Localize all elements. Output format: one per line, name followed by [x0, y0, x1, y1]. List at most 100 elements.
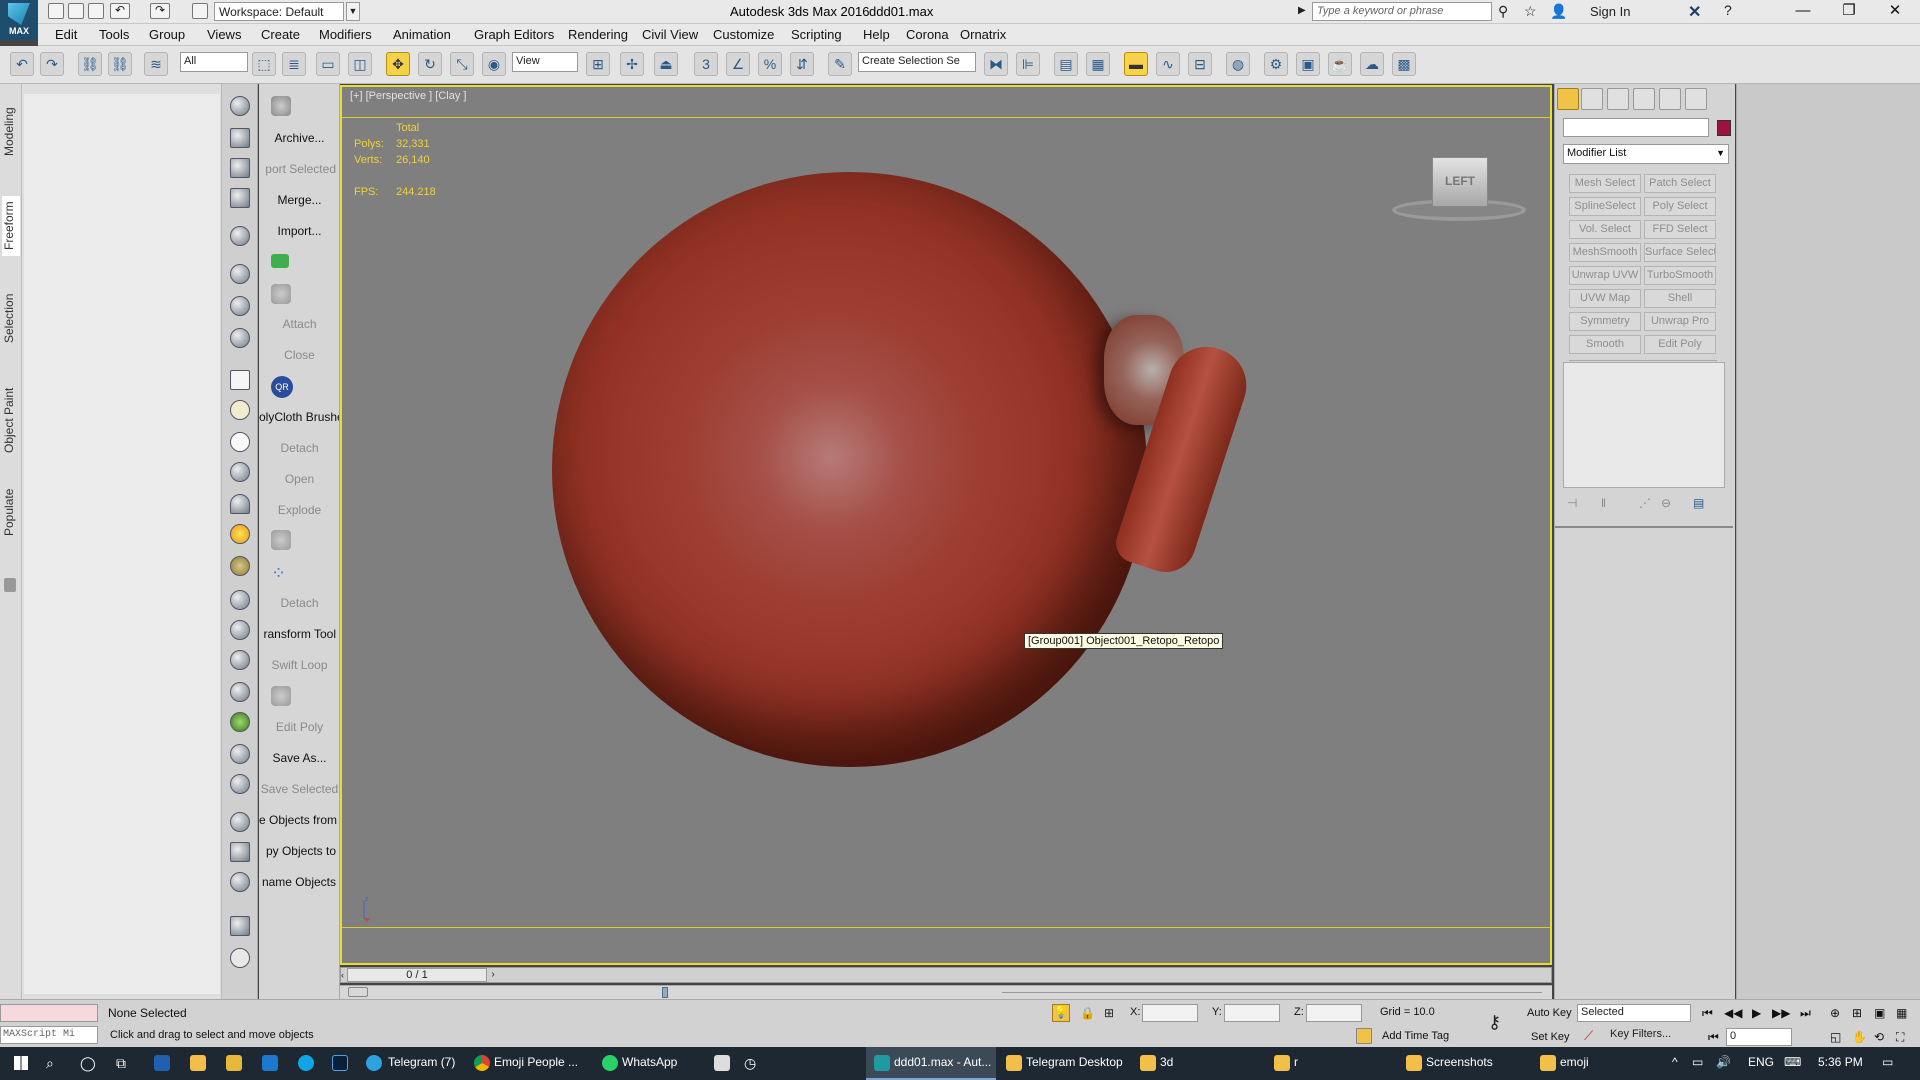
exchange-icon[interactable]: ✕	[1688, 2, 1701, 22]
sun-icon[interactable]	[230, 524, 250, 544]
tool-polycloth-brushes[interactable]: olyCloth Brushe	[259, 410, 339, 424]
tool-save-selected[interactable]: Save Selected	[259, 782, 339, 796]
tab-populate[interactable]: Populate	[2, 482, 20, 542]
menu-edit[interactable]: Edit	[55, 27, 77, 42]
folder-icon[interactable]	[1406, 1055, 1422, 1071]
tool-archive[interactable]: Archive...	[259, 131, 339, 145]
close-button[interactable]: ✕	[1872, 0, 1918, 24]
tab-freeform[interactable]: Freeform	[2, 196, 20, 256]
window-crossing-icon[interactable]: ◫	[348, 52, 372, 76]
selection-filter-dropdown[interactable]: All	[180, 52, 248, 72]
auto-key-button[interactable]: Auto Key	[1527, 1007, 1572, 1019]
modifier-spline-select[interactable]: SplineSelect	[1569, 197, 1641, 216]
viewcube[interactable]: LEFT	[1432, 157, 1488, 207]
key-mode-dropdown[interactable]: Selected	[1577, 1004, 1691, 1022]
workspace-dropdown[interactable]: Workspace: Default	[214, 2, 344, 21]
x-coordinate-field[interactable]	[1142, 1004, 1198, 1022]
link-icon[interactable]: ⛓	[78, 52, 102, 76]
modifier-vol-select[interactable]: Vol. Select	[1569, 220, 1641, 239]
make-unique-icon[interactable]: ⋰	[1639, 496, 1651, 510]
menu-scripting[interactable]: Scripting	[791, 27, 842, 42]
file-explorer-icon[interactable]	[226, 1055, 242, 1071]
menu-ornatrix[interactable]: Ornatrix	[960, 27, 1006, 42]
remove-modifier-icon[interactable]: ⊖	[1661, 496, 1671, 510]
scene-explorer-icon[interactable]: ▦	[1086, 52, 1110, 76]
taskbar-emoji[interactable]: emoji	[1560, 1055, 1589, 1069]
texture-ball-icon[interactable]	[230, 774, 250, 794]
pan-icon[interactable]: ✋	[1852, 1030, 1867, 1044]
modifier-smooth[interactable]: Smooth	[1569, 335, 1641, 354]
taskbar-screenshots[interactable]: Screenshots	[1426, 1055, 1493, 1069]
save-icon[interactable]	[88, 3, 104, 19]
material-editor-icon[interactable]: ◍	[1226, 52, 1250, 76]
taskbar-3dsmax[interactable]: ddd01.max - Aut...	[894, 1055, 991, 1069]
set-key-icon[interactable]: ⟋	[1584, 1028, 1593, 1044]
tool-close[interactable]: Close	[259, 348, 339, 362]
bind-space-warp-icon[interactable]: ≋	[144, 52, 168, 76]
brush-icon[interactable]	[230, 620, 250, 640]
menu-tools[interactable]: Tools	[99, 27, 129, 42]
tool-import[interactable]: Import...	[259, 224, 339, 238]
notifications-icon[interactable]: ▭	[1882, 1055, 1893, 1069]
camera-icon[interactable]	[230, 296, 250, 316]
wrench-icon[interactable]	[230, 264, 250, 284]
utilities-tab-icon[interactable]	[1685, 88, 1707, 110]
render-iterative-icon[interactable]: ☁	[1360, 52, 1384, 76]
table-icon[interactable]	[230, 188, 250, 208]
modifier-poly-select[interactable]: Poly Select	[1644, 197, 1716, 216]
align-icon[interactable]: ⊫	[1016, 52, 1040, 76]
schematic-view-icon[interactable]: ⊟	[1188, 52, 1212, 76]
network-icon[interactable]: ▭	[1692, 1055, 1703, 1069]
menu-help[interactable]: Help	[863, 27, 890, 42]
modifier-patch-select[interactable]: Patch Select	[1644, 174, 1716, 193]
chevron-right-icon[interactable]: ▶	[1298, 5, 1306, 16]
collapse-ribbon-icon[interactable]	[4, 578, 16, 592]
zoom-all-icon[interactable]: ⊞	[1852, 1006, 1862, 1020]
object-color-swatch[interactable]	[1717, 120, 1731, 136]
taskbar-folder-3d[interactable]: 3d	[1160, 1055, 1173, 1069]
chevron-up-icon[interactable]: ^	[1672, 1055, 1678, 1069]
taskbar-telegram-desktop[interactable]: Telegram Desktop	[1026, 1055, 1123, 1069]
tool-detach-2[interactable]: Detach	[259, 596, 339, 610]
select-by-name-icon[interactable]: ≣	[282, 52, 306, 76]
render-production-icon[interactable]: ☕	[1328, 52, 1352, 76]
modifier-unwrap-pro[interactable]: Unwrap Pro	[1644, 312, 1716, 331]
select-and-place-icon[interactable]: ◉	[482, 52, 506, 76]
document-icon[interactable]	[230, 158, 250, 178]
objects-icon[interactable]	[230, 872, 250, 892]
tool-rename-objects[interactable]: name Objects	[259, 875, 339, 889]
orbit-icon[interactable]: ⟲	[1874, 1030, 1884, 1044]
photoshop-icon[interactable]	[332, 1055, 348, 1071]
volume-icon[interactable]: 🔊	[1716, 1055, 1731, 1069]
show-end-result-icon[interactable]: ‖	[1601, 496, 1606, 510]
restore-button[interactable]: ❐	[1826, 0, 1872, 24]
slider-next-icon[interactable]: ›	[487, 968, 499, 982]
paint-icon[interactable]	[230, 226, 250, 246]
add-time-tag[interactable]: Add Time Tag	[1382, 1030, 1449, 1042]
go-to-end-icon[interactable]: ⏭	[1800, 1006, 1811, 1021]
track-bar-marker[interactable]	[662, 987, 668, 998]
modifier-surface-select[interactable]: Surface Select	[1644, 243, 1716, 262]
menu-civil-view[interactable]: Civil View	[642, 27, 698, 42]
globe-icon[interactable]	[230, 682, 250, 702]
windows-start-icon[interactable]	[14, 1056, 28, 1070]
tool-swift-loop[interactable]: Swift Loop	[259, 658, 339, 672]
tool-transform-tool[interactable]: ransform Tool	[259, 627, 339, 641]
telegram-icon[interactable]	[366, 1055, 382, 1071]
folder-icon[interactable]	[1140, 1055, 1156, 1071]
circle-icon[interactable]	[230, 432, 250, 452]
curve-editor-icon[interactable]: ∿	[1156, 52, 1180, 76]
maxscript-mini-listener[interactable]: MAXScript Mi	[0, 1026, 98, 1044]
project-folder-icon[interactable]	[192, 3, 208, 19]
maxscript-listener[interactable]	[0, 1004, 98, 1022]
create-tab-icon[interactable]	[1557, 88, 1579, 110]
z-coordinate-field[interactable]	[1306, 1004, 1362, 1022]
tab-object-paint[interactable]: Object Paint	[2, 380, 20, 460]
modifier-turbosmooth[interactable]: TurboSmooth	[1644, 266, 1716, 285]
track-bar[interactable]	[340, 985, 1552, 999]
blue-sphere-icon[interactable]	[230, 812, 250, 832]
plane-icon[interactable]	[230, 370, 250, 390]
menu-create[interactable]: Create	[261, 27, 300, 42]
clock-app-icon[interactable]: ◷	[744, 1055, 756, 1072]
search-icon[interactable]: ⌕	[46, 1055, 54, 1072]
